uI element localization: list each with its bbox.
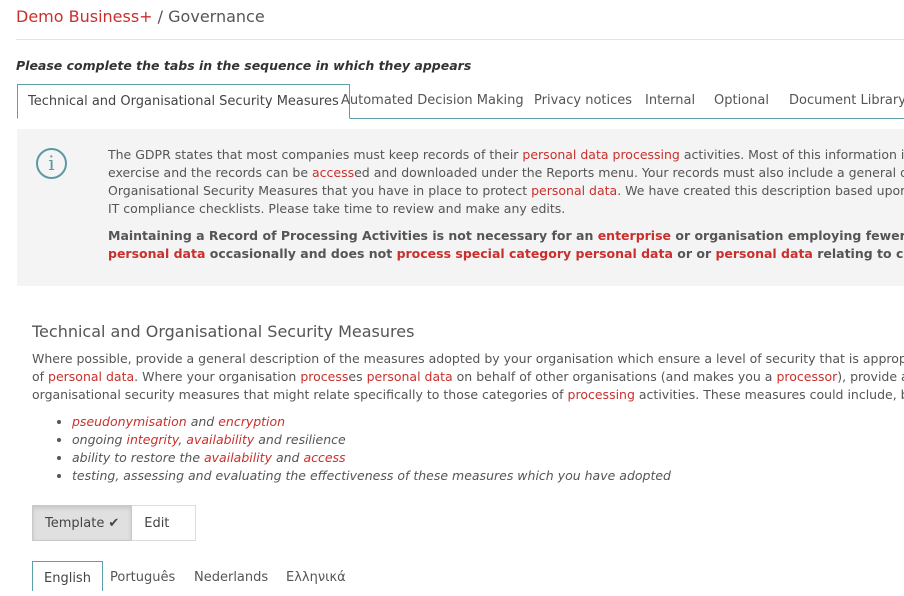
section-text-3c: activities. These measures could include… [638, 387, 904, 402]
edit-button[interactable]: Edit [132, 505, 197, 541]
link-processing[interactable]: processing [568, 387, 635, 402]
gdpr-info-box: i The GDPR states that most companies mu… [17, 129, 904, 286]
tab-internal[interactable]: Internal [645, 84, 695, 118]
tab-technical-organisational-security[interactable]: Technical and Organisational Security Me… [17, 84, 350, 119]
list-text: ability to restore the [72, 450, 204, 465]
list-item: ongoing integrity, availability and resi… [72, 431, 671, 449]
section-text-2g: on behalf of other organisations (and ma… [452, 369, 777, 384]
list-item: ability to restore the availability and … [72, 449, 671, 467]
edit-button-label: Edit [144, 515, 170, 531]
template-button-label: Template [45, 515, 105, 531]
link-encryption[interactable]: encryption [218, 414, 285, 429]
link-availability[interactable]: availability [186, 432, 254, 447]
section-text-2i: ), provide a gen [837, 369, 904, 384]
tab-language-greek[interactable]: Ελληνικά [286, 561, 346, 591]
info-notice: Maintaining a Record of Processing Activ… [108, 227, 904, 263]
section-description: Where possible, provide a general descri… [32, 350, 904, 404]
link-personal-data[interactable]: personal data [108, 246, 205, 261]
notice-text-1a: Maintaining a Record of Processing Activ… [108, 228, 598, 243]
tab-language-portugues[interactable]: Português [110, 561, 175, 591]
section-title: Technical and Organisational Security Me… [32, 322, 415, 341]
breadcrumb-org-link[interactable]: Demo Business+ [16, 7, 153, 26]
notice-text-2b: occasionally and does not [205, 246, 397, 261]
notice-text-1c: or organisation employing fewer than 250… [675, 228, 904, 243]
info-icon: i [36, 148, 67, 179]
tab-language-english[interactable]: English [32, 561, 103, 591]
tab-language-nederlands[interactable]: Nederlands [194, 561, 268, 591]
link-enterprise[interactable]: enterprise [598, 228, 671, 243]
notice-text-2f: relating to criminal con [817, 246, 904, 261]
measures-list: pseudonymisation and encryption ongoing … [52, 413, 671, 485]
info-text-2c: ed and downloaded under the Reports menu… [354, 165, 904, 180]
list-item: pseudonymisation and encryption [72, 413, 671, 431]
governance-tabs: Technical and Organisational Security Me… [17, 84, 904, 119]
link-process[interactable]: process [300, 369, 348, 384]
info-text-3a: Organisational Security Measures that yo… [108, 183, 532, 198]
tab-automated-decision-making[interactable]: Automated Decision Making [341, 84, 524, 118]
link-personal-data[interactable]: personal data [715, 246, 812, 261]
info-text-3c: . We have created this description based… [617, 183, 904, 198]
link-process-special-category[interactable]: process special category personal data [397, 246, 673, 261]
tab-optional[interactable]: Optional [714, 84, 769, 118]
link-personal-data[interactable]: personal data [531, 183, 617, 198]
link-personal-data[interactable]: personal data [367, 369, 453, 384]
link-pseudonymisation[interactable]: pseudonymisation [72, 414, 187, 429]
breadcrumb-current: Governance [168, 7, 265, 26]
list-item: testing, assessing and evaluating the ef… [72, 467, 671, 485]
tab-document-library[interactable]: Document Library [789, 84, 904, 118]
check-icon: ✔ [108, 515, 120, 531]
tabs-instruction: Please complete the tabs in the sequence… [16, 58, 472, 73]
header-divider [16, 39, 904, 40]
list-text: and resilience [254, 432, 346, 447]
link-personal-data-processing[interactable]: personal data processing [522, 147, 679, 162]
section-text-2a: of [32, 369, 49, 384]
section-text-1: Where possible, provide a general descri… [32, 351, 904, 366]
section-text-2c: . Where your organisation [134, 369, 301, 384]
link-access[interactable]: access [303, 450, 345, 465]
list-text: ongoing [72, 432, 127, 447]
notice-text-2d: or or [672, 246, 716, 261]
info-text-1a: The GDPR states that most companies must… [108, 147, 523, 162]
section-text-2e: es [348, 369, 367, 384]
section-text-3a: organisational security measures that mi… [32, 387, 568, 402]
info-text-4: IT compliance checklists. Please take ti… [108, 201, 566, 216]
info-text-1c: activities. Most of this information is … [683, 147, 904, 162]
link-integrity[interactable]: integrity [126, 432, 178, 447]
link-processor[interactable]: processor [776, 369, 837, 384]
list-text: and [271, 450, 304, 465]
info-text-2a: exercise and the records can be [108, 165, 312, 180]
template-edit-toggle: Template ✔ Edit [32, 505, 197, 541]
link-availability[interactable]: availability [204, 450, 272, 465]
info-text: The GDPR states that most companies must… [108, 146, 904, 218]
list-text: testing, assessing and evaluating the ef… [72, 468, 671, 483]
breadcrumb: Demo Business+ / Governance [16, 7, 265, 26]
link-access[interactable]: access [312, 165, 354, 180]
tab-privacy-notices[interactable]: Privacy notices [534, 84, 632, 118]
link-personal-data[interactable]: personal data [48, 369, 134, 384]
list-text: and [186, 414, 219, 429]
template-button[interactable]: Template ✔ [32, 505, 133, 541]
breadcrumb-separator: / [152, 7, 169, 26]
